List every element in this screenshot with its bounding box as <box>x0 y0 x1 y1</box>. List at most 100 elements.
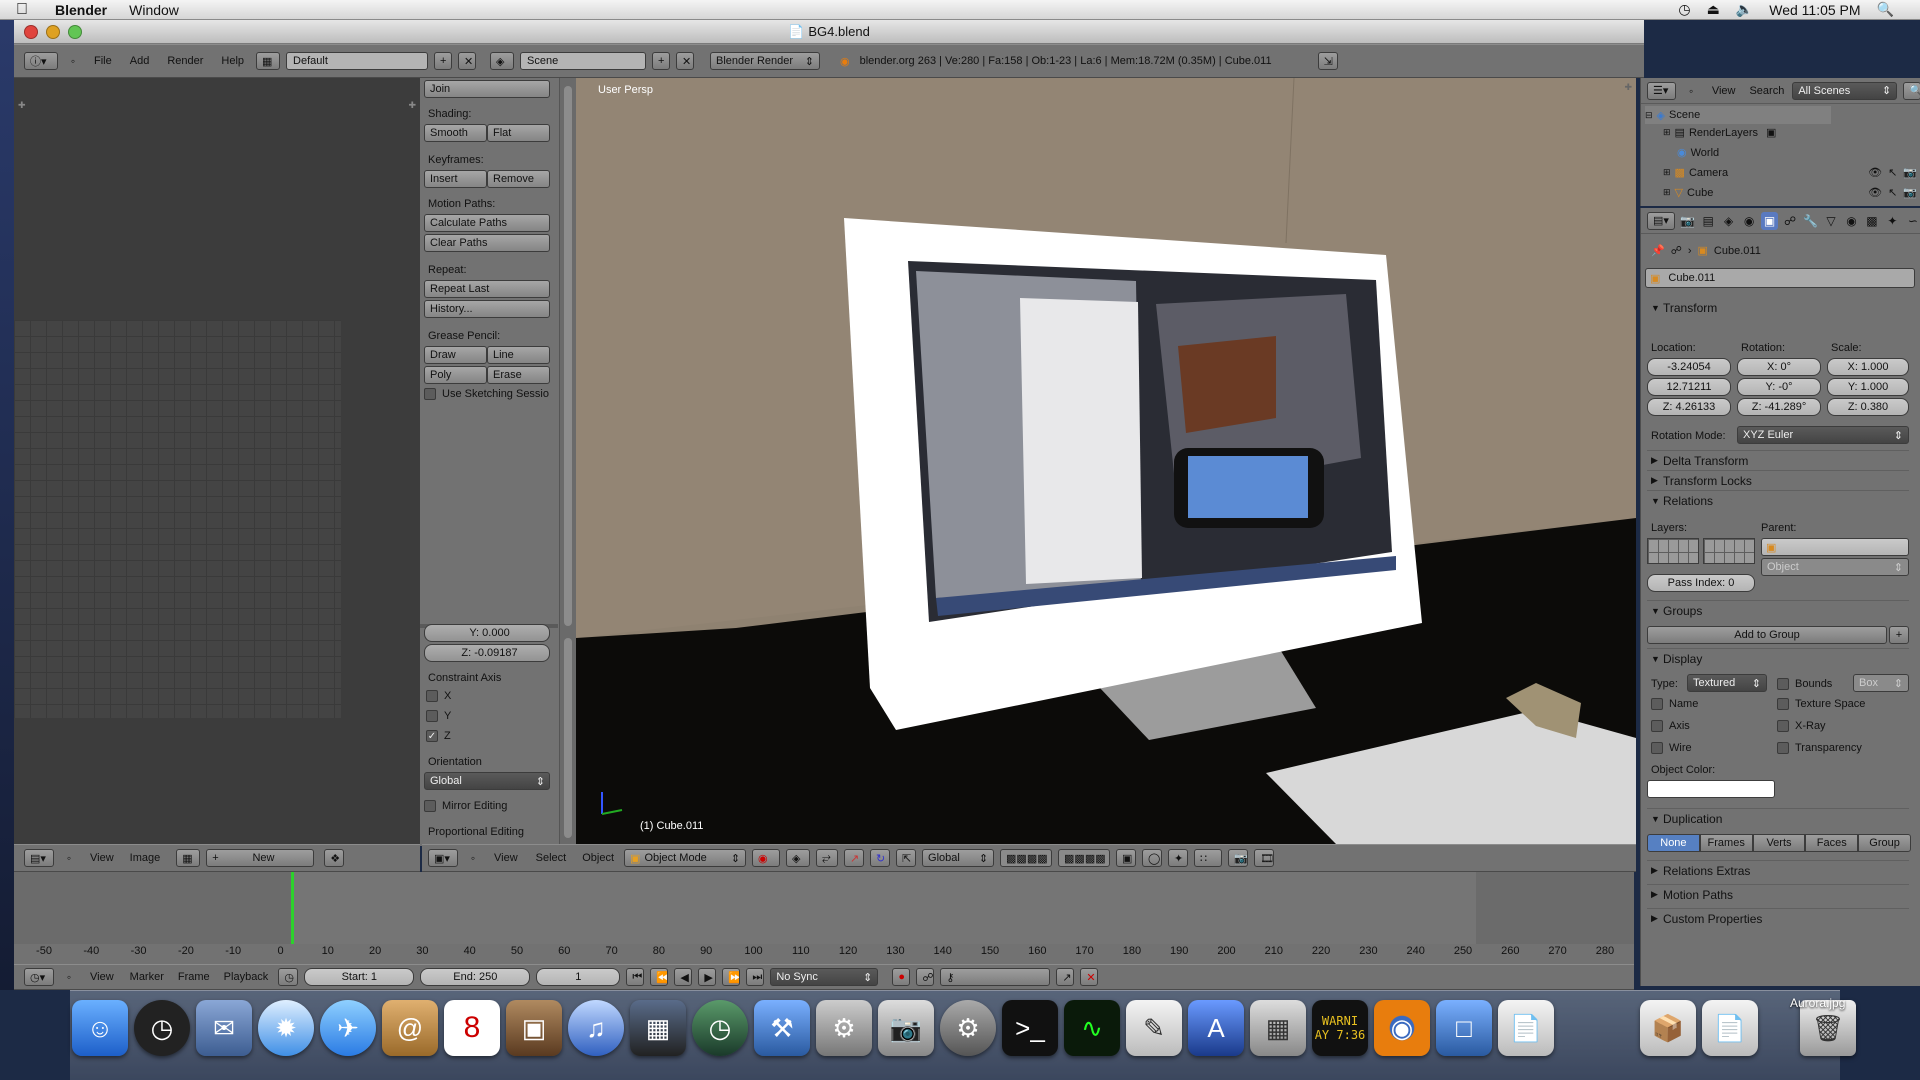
screen-layout-field[interactable]: Default <box>286 52 429 70</box>
current-frame-field[interactable]: 1 <box>536 968 621 986</box>
world-tab-icon[interactable]: ◉ <box>1741 212 1757 230</box>
collapse-menu-icon[interactable]: ◦ <box>64 52 82 70</box>
minimize-button[interactable] <box>46 25 60 39</box>
render-engine-select[interactable]: Blender Render ⇕ <box>710 52 821 70</box>
transparency-checkbox[interactable]: Transparency <box>1777 742 1862 754</box>
flat-button[interactable]: Flat <box>487 124 550 142</box>
layers-grid-2[interactable]: ▩▩▩▩ <box>1058 849 1111 867</box>
rotation-z-field[interactable]: Z: -41.289° <box>1737 398 1821 416</box>
new-image-button[interactable]: + New <box>206 849 315 867</box>
proportional-edit-icon[interactable]: ◯ <box>1142 849 1163 867</box>
app-menu[interactable]: Blender <box>44 2 118 18</box>
editor-type-button-timeline[interactable]: ◷▾ <box>24 968 54 986</box>
mirror-editing-checkbox[interactable]: Mirror Editing <box>424 800 507 812</box>
collapse-menu-icon-image[interactable]: ◦ <box>60 849 78 867</box>
menu-file[interactable]: File <box>88 55 118 67</box>
use-sketching-checkbox[interactable]: Use Sketching Sessio <box>424 388 549 400</box>
render-preview-icon[interactable]: 📷 <box>1228 849 1249 867</box>
outliner-item-cube[interactable]: ⊞ ▽ Cube 👁 ↖ 📷 <box>1663 186 1917 200</box>
layers-grid-1[interactable]: ▩▩▩▩ <box>1000 849 1053 867</box>
menu-render[interactable]: Render <box>161 55 209 67</box>
rotation-mode-select[interactable]: XYZ Euler ⇕ <box>1737 426 1909 444</box>
xcode-icon[interactable]: ⚒ <box>754 1000 810 1056</box>
delete-keyframe-icon[interactable]: ✕ <box>1080 968 1099 986</box>
scale-y-field[interactable]: Y: 1.000 <box>1827 378 1909 396</box>
jump-end-icon[interactable]: ⏭ <box>746 968 765 986</box>
editor-type-button-image[interactable]: ▤▾ <box>24 849 54 867</box>
smooth-button[interactable]: Smooth <box>424 124 487 142</box>
calculate-paths-button[interactable]: Calculate Paths <box>424 214 550 232</box>
play-reverse-icon[interactable]: ◀ <box>674 968 693 986</box>
editor-type-button-outliner[interactable]: ☰▾ <box>1647 81 1677 100</box>
delta-transform-panel-header[interactable]: ▶ Delta Transform <box>1647 450 1909 470</box>
dup-none-tab[interactable]: None <box>1647 834 1700 852</box>
modifiers-tab-icon[interactable]: 🔧 <box>1802 212 1818 230</box>
y-value-field[interactable]: Y: 0.000 <box>424 624 550 642</box>
close-button[interactable] <box>24 25 38 39</box>
keying-set-field[interactable]: ⚷ <box>940 968 1051 986</box>
orientation-select[interactable]: Global ⇕ <box>424 772 550 790</box>
render-camera-icon[interactable]: 📷 <box>1903 166 1917 179</box>
ichat-icon[interactable]: ✈ <box>320 1000 376 1056</box>
transform-orientation-select[interactable]: Global ⇕ <box>922 849 995 867</box>
clock[interactable]: Wed 11:05 PM <box>1769 2 1860 18</box>
outliner-item-renderlayers[interactable]: ⊞ ▤ RenderLayers ▣ <box>1663 126 1776 140</box>
location-z-field[interactable]: Z: 4.26133 <box>1647 398 1731 416</box>
menu-object-3d[interactable]: Object <box>578 852 618 864</box>
menu-view-image[interactable]: View <box>84 852 120 864</box>
menu-playback[interactable]: Playback <box>220 971 273 983</box>
app-store-icon[interactable]: A <box>1188 1000 1244 1056</box>
dashboard-icon[interactable]: ◷ <box>134 1000 190 1056</box>
zoom-button[interactable] <box>68 25 82 39</box>
collapse-icon[interactable]: ⊟ <box>1645 110 1653 121</box>
address-book-icon[interactable]: @ <box>382 1000 438 1056</box>
display-type-select[interactable]: Textured ⇕ <box>1687 674 1767 692</box>
area-split-corner-icon-right[interactable]: ✚ <box>408 100 416 111</box>
object-tab-icon[interactable]: ▣ <box>1761 211 1778 230</box>
blender-dock-icon[interactable]: ◉ <box>1374 1000 1430 1056</box>
dup-frames-tab[interactable]: Frames <box>1699 834 1753 852</box>
tool-shelf-scrollbar-lower[interactable] <box>564 638 572 838</box>
add-layout-button[interactable]: + <box>434 52 453 70</box>
expand-icon[interactable]: ⊞ <box>1663 127 1671 138</box>
remove-scene-button[interactable]: ✕ <box>676 52 695 70</box>
preview-range-icon[interactable]: ◷ <box>278 968 299 986</box>
outliner-item-scene[interactable]: ⊟ ◈ Scene <box>1645 106 1831 124</box>
parent-type-select[interactable]: Object ⇕ <box>1761 558 1909 576</box>
remove-keyframe-button[interactable]: Remove <box>487 170 550 188</box>
outliner-search-icon[interactable]: 🔍 <box>1903 81 1920 100</box>
menu-frame[interactable]: Frame <box>174 971 214 983</box>
record-icon[interactable]: ● <box>892 968 911 986</box>
time-machine-dock-icon[interactable]: ◷ <box>692 1000 748 1056</box>
spaces-icon[interactable]: ▦ <box>630 1000 686 1056</box>
rotate-manipulator-icon[interactable]: ↻ <box>870 849 891 867</box>
pivot-point-button[interactable]: ◈ <box>786 849 811 867</box>
join-button[interactable]: Join <box>424 80 550 98</box>
zip-file-icon[interactable]: 📦 <box>1640 1000 1696 1056</box>
expand-icon-camera[interactable]: ⊞ <box>1663 167 1671 178</box>
time-machine-icon[interactable]: ◷ <box>1678 1 1690 18</box>
outliner-item-world[interactable]: ◉ World <box>1677 146 1719 160</box>
motion-paths-panel-header[interactable]: ▶ Motion Paths <box>1647 884 1909 904</box>
dup-group-tab[interactable]: Group <box>1858 834 1911 852</box>
dup-verts-tab[interactable]: Verts <box>1752 834 1806 852</box>
keying-set-icon[interactable]: ☍ <box>916 968 935 986</box>
terminal-icon[interactable]: >_ <box>1002 1000 1058 1056</box>
remove-layout-button[interactable]: ✕ <box>458 52 477 70</box>
console-icon[interactable]: WARNI AY 7:36 <box>1312 1000 1368 1056</box>
next-keyframe-icon[interactable]: ⏩ <box>722 968 741 986</box>
parent-field[interactable]: ▣ <box>1761 538 1909 556</box>
visibility-eye-icon[interactable]: 👁 <box>1868 166 1882 179</box>
relations-panel-header[interactable]: ▼ Relations <box>1647 490 1909 510</box>
calculator-icon[interactable]: ▦ <box>1250 1000 1306 1056</box>
window-menu[interactable]: Window <box>118 2 190 18</box>
area-split-corner-icon[interactable]: ✚ <box>18 100 26 111</box>
repeat-last-button[interactable]: Repeat Last <box>424 280 550 298</box>
snap-element-icon[interactable]: ∷ <box>1194 849 1223 867</box>
transform-panel-header[interactable]: ▼ Transform <box>1647 298 1909 318</box>
data-tab-icon[interactable]: ▽ <box>1823 212 1839 230</box>
viewport-shading-button[interactable]: ◉ <box>752 849 781 867</box>
collapse-menu-icon-3d[interactable]: ◦ <box>464 849 482 867</box>
viewport-corner-icon[interactable]: ✚ <box>1624 82 1632 93</box>
menu-add[interactable]: Add <box>124 55 156 67</box>
